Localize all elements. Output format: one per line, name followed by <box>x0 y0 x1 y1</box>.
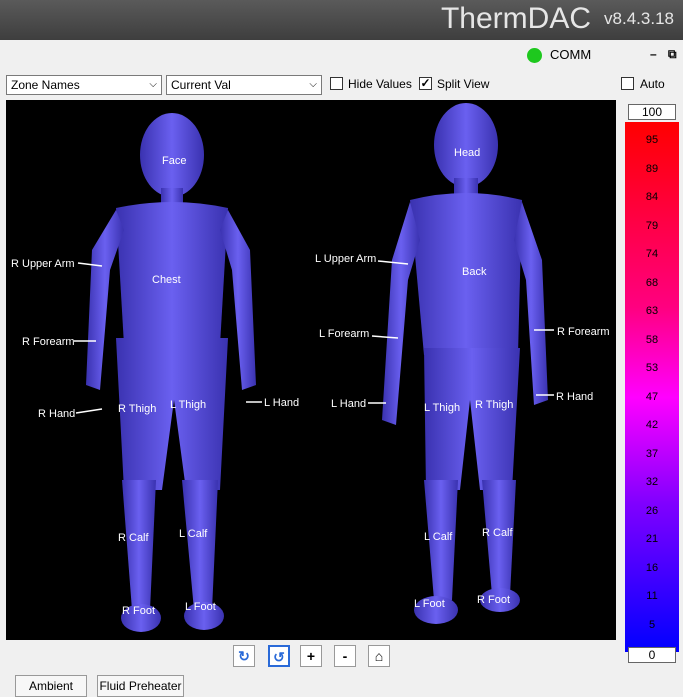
scale-tick: 58 <box>645 333 659 346</box>
body-model-svg <box>74 103 554 632</box>
zone-label-r-calf: R Calf <box>118 532 149 544</box>
hide-values-label: Hide Values <box>348 77 412 91</box>
home-view-button[interactable]: ⌂ <box>368 645 390 667</box>
rotate-left-icon: ↻ <box>238 648 250 664</box>
fluid-preheater-button[interactable]: Fluid Preheater <box>97 675 184 697</box>
comm-label: COMM <box>550 47 592 62</box>
zone-label-r-upper-arm: R Upper Arm <box>11 258 75 270</box>
zone-label-r-hand: R Hand <box>38 408 76 420</box>
chevron-down-icon: ⌵ <box>149 79 157 90</box>
scale-tick: 79 <box>645 219 659 232</box>
zone-label-r-forearm: R Forearm <box>22 336 75 348</box>
zone-label-r-thigh: R Thigh <box>118 403 157 415</box>
scale-tick: 21 <box>645 533 659 545</box>
zone-label-r-foot-back: R Foot <box>477 594 511 606</box>
scale-max-input[interactable]: 100 <box>628 104 676 120</box>
hide-values-checkbox[interactable] <box>330 77 343 90</box>
app-version: v8.4.3.18 <box>604 9 674 28</box>
zoom-in-button[interactable]: + <box>300 645 322 667</box>
auto-label: Auto <box>640 77 665 91</box>
zone-label-face: Face <box>162 155 187 167</box>
scale-tick: 63 <box>645 305 659 317</box>
zone-label-l-thigh: L Thigh <box>170 399 207 411</box>
restore-button[interactable]: ⧉ <box>668 47 677 62</box>
scale-tick: 37 <box>645 447 659 460</box>
scale-tick: 74 <box>645 248 659 260</box>
scale-tick: 11 <box>646 590 658 602</box>
scale-tick: 53 <box>645 362 659 374</box>
zone-label-l-upper-arm: L Upper Arm <box>315 253 377 265</box>
scale-tick: 26 <box>645 504 659 517</box>
zone-names-select[interactable]: Zone Names ⌵ <box>6 75 162 95</box>
comm-status-icon <box>527 48 542 63</box>
zone-label-r-forearm-back: R Forearm <box>557 326 610 338</box>
scale-tick: 89 <box>645 162 659 175</box>
zone-label-l-calf: L Calf <box>179 528 208 540</box>
scale-min-input[interactable]: 0 <box>628 647 676 663</box>
zone-label-l-forearm: L Forearm <box>319 328 370 340</box>
zone-label-r-calf-back: R Calf <box>482 527 513 539</box>
title-bar: ThermDAC v8.4.3.18 <box>0 0 683 40</box>
zone-label-l-calf-back: L Calf <box>424 531 453 543</box>
zone-label-r-thigh-back: R Thigh <box>475 399 514 411</box>
scale-tick: 32 <box>645 476 659 488</box>
zone-names-select-value: Zone Names <box>11 78 80 92</box>
back-body-figure <box>382 103 548 624</box>
minus-icon: - <box>342 648 348 664</box>
zone-label-r-foot: R Foot <box>122 605 156 617</box>
scale-tick: 47 <box>645 390 659 403</box>
body-model-viewport[interactable]: Face Chest R Upper Arm R Forearm R Hand … <box>6 100 616 640</box>
value-select-value: Current Val <box>171 78 231 92</box>
auto-checkbox[interactable] <box>621 77 634 90</box>
scale-tick: 95 <box>645 134 659 146</box>
rotate-left-button[interactable]: ↻ <box>233 645 255 667</box>
minimize-button[interactable]: – <box>650 47 657 61</box>
scale-tick: 42 <box>645 419 659 431</box>
zone-label-l-hand: L Hand <box>264 397 300 409</box>
zone-label-back: Back <box>462 266 487 278</box>
front-body-figure <box>86 113 256 632</box>
home-icon: ⌂ <box>374 648 384 664</box>
zone-label-l-hand-back: L Hand <box>331 398 367 410</box>
scale-tick: 68 <box>645 276 659 289</box>
rotate-right-icon: ↺ <box>273 649 285 665</box>
temperature-scale: 100 0 95 89 84 79 74 68 63 58 53 47 42 37 32 26 21 16 11… <box>625 104 679 663</box>
zone-label-l-thigh-back: L Thigh <box>424 402 461 414</box>
zone-label-l-foot: L Foot <box>185 601 216 613</box>
chevron-down-icon: ⌵ <box>309 79 317 90</box>
app-title: ThermDAC <box>440 2 591 35</box>
plus-icon: + <box>306 648 316 664</box>
ambient-button[interactable]: Ambient <box>15 675 87 697</box>
split-view-checkbox[interactable]: ✓ <box>419 77 432 90</box>
zoom-out-button[interactable]: - <box>334 645 356 667</box>
rotate-right-button[interactable]: ↺ <box>268 645 290 667</box>
zone-label-r-hand-back: R Hand <box>556 391 594 403</box>
scale-tick: 16 <box>645 561 659 574</box>
value-select[interactable]: Current Val ⌵ <box>166 75 322 95</box>
zone-label-l-foot-back: L Foot <box>414 598 445 610</box>
zone-label-head: Head <box>454 147 481 159</box>
scale-tick: 5 <box>648 618 656 631</box>
zone-label-chest: Chest <box>152 274 181 286</box>
scale-tick: 84 <box>645 191 659 203</box>
split-view-label: Split View <box>437 77 490 91</box>
